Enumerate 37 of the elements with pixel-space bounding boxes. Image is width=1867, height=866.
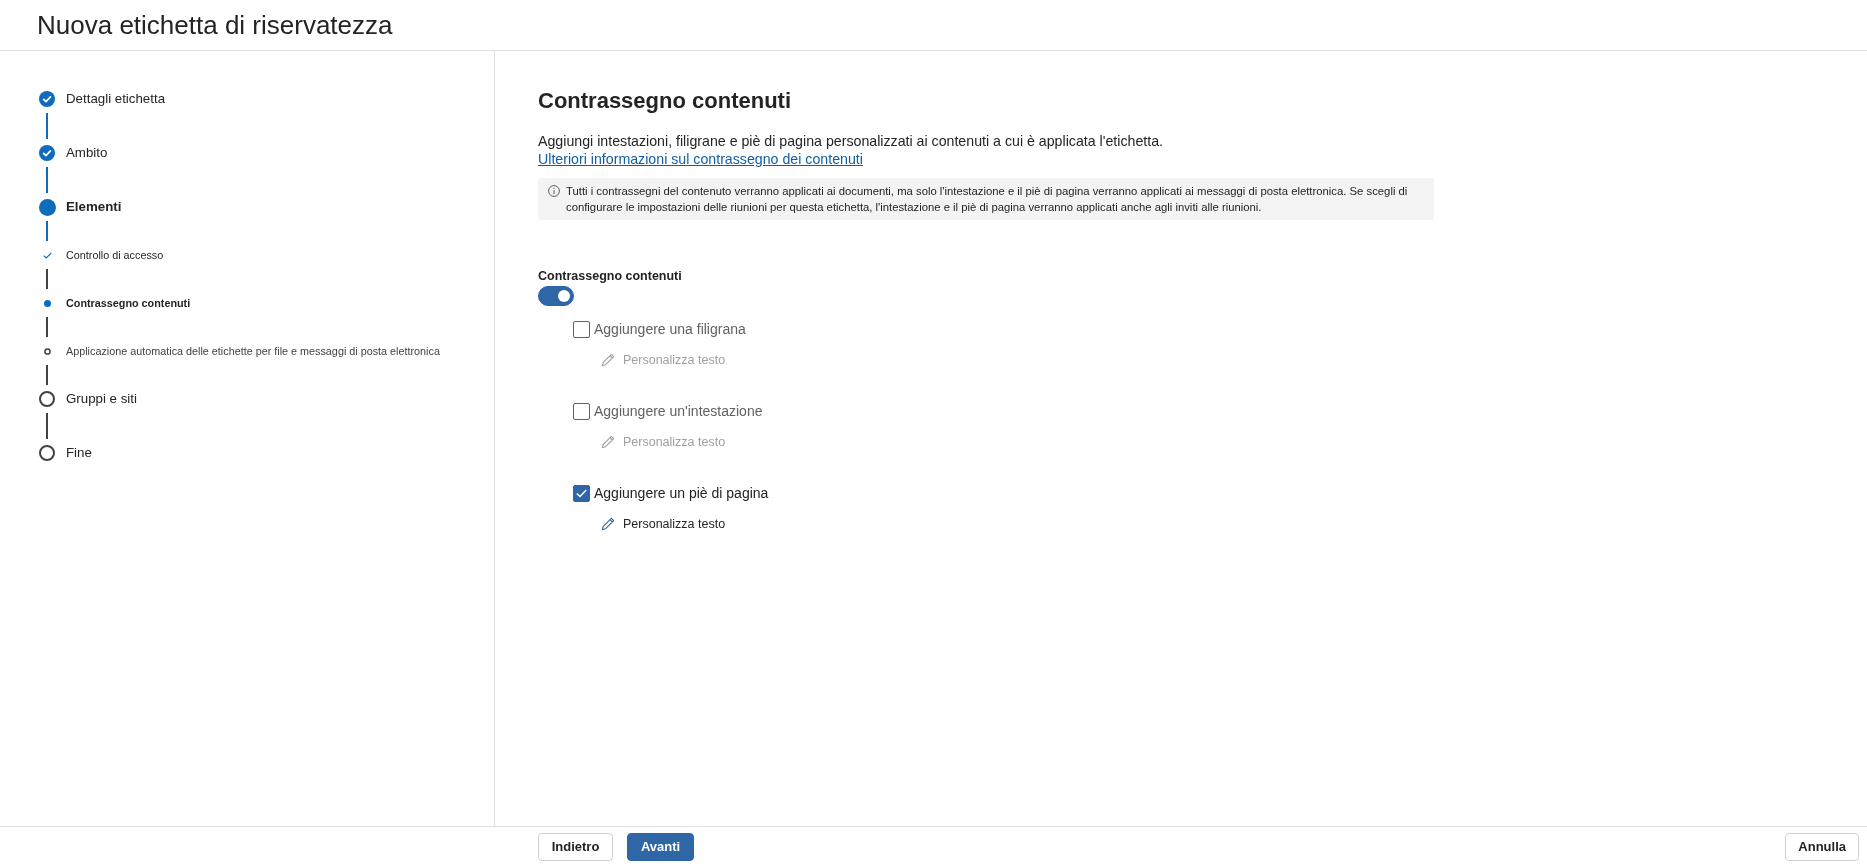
step-connector bbox=[46, 167, 48, 193]
pencil-icon bbox=[601, 353, 615, 367]
back-button[interactable]: Indietro bbox=[538, 832, 613, 861]
step-label[interactable]: Elementi bbox=[66, 198, 122, 216]
checkbox[interactable] bbox=[573, 402, 590, 420]
checkbox-label[interactable]: Aggiungere un'intestazione bbox=[594, 402, 763, 420]
customize-text-link[interactable]: Personalizza testo bbox=[601, 515, 726, 533]
window-title: Nuova etichetta di riservatezza bbox=[37, 9, 393, 41]
step-connector bbox=[46, 413, 48, 439]
substep-label[interactable]: Controllo di accesso bbox=[66, 248, 164, 262]
pencil-icon bbox=[601, 435, 615, 449]
page-heading: Contrassegno contenuti bbox=[538, 88, 792, 114]
cancel-button[interactable]: Annulla bbox=[1785, 832, 1859, 861]
next-button[interactable]: Avanti bbox=[627, 832, 694, 861]
checkbox-label[interactable]: Aggiungere un piè di pagina bbox=[594, 484, 769, 502]
learn-more-link[interactable]: Ulteriori informazioni sul contrassegno dei contenuti bbox=[538, 151, 863, 167]
toggle-switch[interactable] bbox=[538, 286, 574, 306]
step-connector bbox=[46, 221, 48, 241]
step-connector bbox=[46, 113, 48, 139]
pencil-icon bbox=[601, 517, 615, 531]
toggle-label: Contrassegno contenuti bbox=[538, 268, 683, 285]
step-label: Fine bbox=[66, 444, 92, 462]
info-text: Tutti i contrassegni del contenuto verranno applicati ai documenti, ma solo l'intestazione e il piè di pagina verranno applicati ai messaggi di posta elettronica. Se scegli di configurare le impostazioni delle riunioni per questa etichetta, l'intestazione e il piè di pagina verranno applicati anche agli inviti alle riunioni. bbox=[566, 184, 1409, 215]
substep-label: Applicazione automatica delle etichette per file e messaggi di posta elettronica bbox=[66, 344, 440, 358]
checkbox-label[interactable]: Aggiungere una filigrana bbox=[594, 320, 746, 338]
info-icon bbox=[548, 185, 560, 197]
description-text: Aggiungi intestazioni, filigrane e piè di pagina personalizzati ai contenuti a cui è applicata l'etichetta. Ulteriori informazioni sul contrassegno dei contenuti bbox=[538, 132, 1164, 168]
step-label: Gruppi e siti bbox=[66, 390, 137, 408]
check-icon bbox=[576, 488, 587, 498]
checkbox[interactable] bbox=[573, 484, 590, 502]
step-connector bbox=[46, 317, 48, 337]
checkbox[interactable] bbox=[573, 320, 590, 338]
step-connector bbox=[46, 269, 48, 289]
substep-label[interactable]: Contrassegno contenuti bbox=[66, 296, 191, 310]
step-label[interactable]: Dettagli etichetta bbox=[66, 90, 166, 108]
step-label[interactable]: Ambito bbox=[66, 144, 108, 162]
step-connector bbox=[46, 365, 48, 385]
